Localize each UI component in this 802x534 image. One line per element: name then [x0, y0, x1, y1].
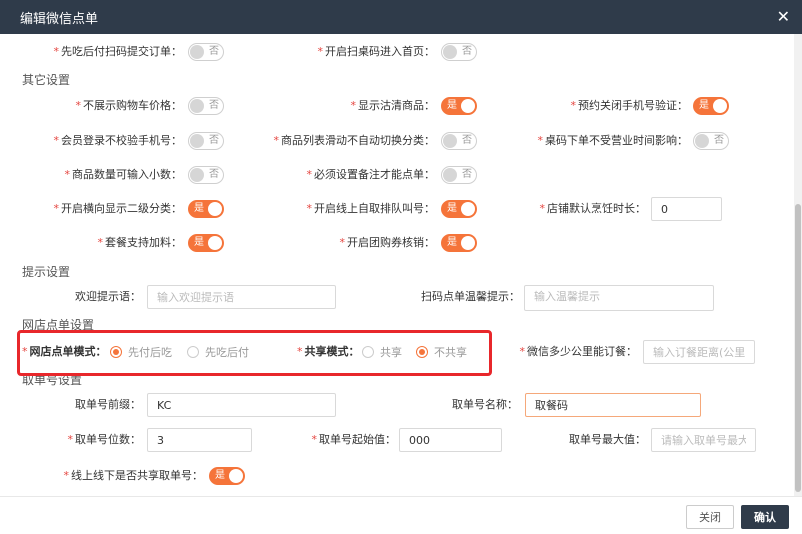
share-pickup-toggle[interactable]: 是	[209, 467, 245, 485]
pickup-prefix-label: 取单号前缀：	[75, 398, 141, 411]
close-button[interactable]: 关闭	[686, 505, 734, 529]
table-code-home-toggle[interactable]: 否	[441, 43, 477, 61]
pickup-prefix-input[interactable]	[147, 393, 336, 417]
qty-decimal-label: * 商品数量可输入小数：	[64, 168, 183, 181]
scrollbar[interactable]	[794, 34, 802, 496]
pickup-start-input[interactable]	[399, 428, 502, 452]
table-code-hours-label: * 桌码下单不受营业时间影响：	[537, 134, 689, 147]
row-other-1: * 不展示购物车价格： 否 * 显示沽清商品： 是 * 预约关闭手机号验证： 是	[0, 94, 794, 118]
row-other-2: * 会员登录不校验手机号： 否 * 商品列表滑动不自动切换分类： 否 * 桌码下单不受…	[0, 129, 794, 153]
online-queue-toggle[interactable]: 是	[441, 200, 477, 218]
list-no-switch-toggle[interactable]: 否	[441, 132, 477, 150]
pickup-name-label: 取单号名称：	[452, 398, 518, 411]
pickup-digits-label: * 取单号位数：	[67, 433, 142, 446]
row-pickup-1: 取单号前缀： 取单号名称：	[0, 393, 794, 417]
row-tips: 欢迎提示语： 扫码点单温馨提示：	[0, 285, 794, 311]
pay-first-label: * 先吃后付扫码提交订单：	[53, 45, 183, 58]
combo-addon-toggle[interactable]: 是	[188, 234, 224, 252]
group-coupon-label: * 开启团购券核销：	[339, 236, 436, 249]
share-pickup-label: * 线上线下是否共享取单号：	[63, 469, 204, 482]
member-no-phone-toggle[interactable]: 否	[188, 132, 224, 150]
scan-tip-textarea[interactable]	[524, 285, 714, 311]
default-cook-time-input[interactable]	[651, 197, 722, 221]
online-queue-label: * 开启线上自取排队叫号：	[306, 202, 436, 215]
scan-tip-label: 扫码点单温馨提示：	[421, 290, 520, 303]
radio-eat-first[interactable]: 先吃后付	[187, 340, 249, 364]
dialog-titlebar: 编辑微信点单 ✕	[0, 0, 802, 34]
pickup-start-label: * 取单号起始值：	[311, 433, 397, 446]
online-mode-label: * 网店点单模式：	[22, 345, 107, 358]
table-code-home-label: * 开启扫桌码进入首页：	[317, 45, 436, 58]
pickup-digits-input[interactable]	[147, 428, 252, 452]
distance-label: * 微信多少公里能订餐：	[519, 345, 638, 358]
close-phone-verify-label: * 预约关闭手机号验证：	[570, 99, 689, 112]
horizontal-cat-toggle[interactable]: 是	[188, 200, 224, 218]
qty-decimal-toggle[interactable]: 否	[188, 166, 224, 184]
radio-no-share[interactable]: 不共享	[416, 340, 467, 364]
list-no-switch-label: * 商品列表滑动不自动切换分类：	[273, 134, 436, 147]
section-tips: 提示设置	[22, 265, 71, 279]
welcome-label: 欢迎提示语：	[75, 290, 141, 303]
distance-input[interactable]	[643, 340, 755, 364]
pickup-max-label: 取单号最大值：	[569, 433, 646, 446]
horizontal-cat-label: * 开启横向显示二级分类：	[53, 202, 183, 215]
hide-cart-price-label: * 不展示购物车价格：	[75, 99, 183, 112]
row-other-3: * 商品数量可输入小数： 否 * 必须设置备注才能点单： 否	[0, 163, 794, 187]
confirm-button[interactable]: 确认	[741, 505, 789, 529]
row-other-5: * 套餐支持加料： 是 * 开启团购券核销： 是	[0, 231, 794, 255]
dialog-content: * 先吃后付扫码提交订单： 否 * 开启扫桌码进入首页： 否 其它设置 * 不展示购物…	[0, 34, 794, 496]
show-sold-out-label: * 显示沽清商品：	[350, 99, 436, 112]
close-phone-verify-toggle[interactable]: 是	[693, 97, 729, 115]
group-coupon-toggle[interactable]: 是	[441, 234, 477, 252]
row-pay-first: * 先吃后付扫码提交订单： 否 * 开启扫桌码进入首页： 否	[0, 40, 794, 64]
scrollbar-thumb[interactable]	[795, 204, 801, 492]
pickup-max-input[interactable]	[651, 428, 756, 452]
row-online: * 网店点单模式： 先付后吃 先吃后付 * 共享模式： 共享 不共享 * 微信多少公里…	[0, 340, 794, 364]
dialog-footer: 关闭 确认	[0, 496, 802, 534]
require-note-toggle[interactable]: 否	[441, 166, 477, 184]
share-mode-label: * 共享模式：	[297, 345, 360, 358]
welcome-input[interactable]	[147, 285, 336, 309]
show-sold-out-toggle[interactable]: 是	[441, 97, 477, 115]
require-note-label: * 必须设置备注才能点单：	[306, 168, 436, 181]
section-other: 其它设置	[22, 73, 71, 87]
section-pickup: 取单号设置	[22, 373, 83, 387]
row-pickup-3: * 线上线下是否共享取单号： 是	[0, 464, 794, 488]
dialog-title: 编辑微信点单	[20, 11, 99, 27]
row-other-4: * 开启横向显示二级分类： 是 * 开启线上自取排队叫号： 是 * 店铺默认烹饪时长：	[0, 197, 794, 221]
close-icon[interactable]: ✕	[777, 8, 790, 26]
table-code-hours-toggle[interactable]: 否	[693, 132, 729, 150]
section-online: 网店点单设置	[22, 318, 95, 332]
hide-cart-price-toggle[interactable]: 否	[188, 97, 224, 115]
combo-addon-label: * 套餐支持加料：	[97, 236, 183, 249]
pay-first-toggle[interactable]: 否	[188, 43, 224, 61]
radio-share[interactable]: 共享	[362, 340, 402, 364]
radio-pay-first[interactable]: 先付后吃	[110, 340, 172, 364]
row-pickup-2: *取单号位数： *取单号起始值： 取单号最大值：	[0, 428, 794, 452]
pickup-name-input[interactable]	[525, 393, 701, 417]
default-cook-time-label: * 店铺默认烹饪时长：	[539, 202, 647, 215]
member-no-phone-label: * 会员登录不校验手机号：	[53, 134, 183, 147]
